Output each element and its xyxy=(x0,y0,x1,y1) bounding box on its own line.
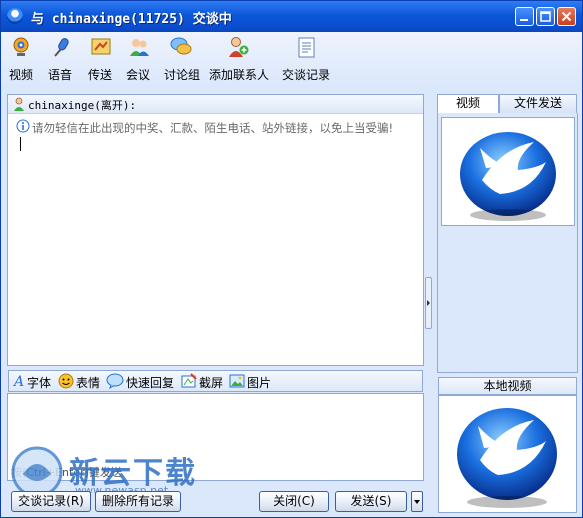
webcam-icon xyxy=(10,36,32,58)
chat-history-panel[interactable]: chinaxinge(离开): 请勿轻信在此出现的中奖、汇款、陌生电话、站外链接… xyxy=(7,94,424,366)
font-button[interactable]: 字体 xyxy=(27,374,51,391)
emoji-icon xyxy=(58,373,74,392)
microphone-icon xyxy=(51,36,73,58)
close-window-button[interactable] xyxy=(557,7,576,26)
send-options-button[interactable] xyxy=(411,491,423,512)
remote-video xyxy=(441,117,575,226)
window-title: 与 chinaxinge(11725) 交谈中 xyxy=(31,12,232,27)
toolbar: 视频 语音 传送 会议 讨论组 添加联系人 交谈记录 xyxy=(1,32,582,86)
chevron-down-icon xyxy=(414,500,420,504)
toolbar-meeting[interactable]: 会议 xyxy=(123,34,155,84)
font-icon: A xyxy=(12,373,27,392)
format-toolbar: A 字体 表情 快速回复 截屏 图片 xyxy=(8,370,423,392)
local-video xyxy=(438,395,577,513)
side-tabs: 视频 文件发送 xyxy=(437,94,578,113)
emoji-button[interactable]: 表情 xyxy=(76,374,100,391)
toolbar-add-contact-label: 添加联系人 xyxy=(209,68,270,82)
image-icon xyxy=(229,373,245,392)
add-contact-icon xyxy=(227,36,249,58)
title-bar[interactable]: 与 chinaxinge(11725) 交谈中 xyxy=(1,1,582,32)
maximize-button[interactable] xyxy=(536,7,555,26)
quick-reply-button[interactable]: 快速回复 xyxy=(126,374,174,391)
send-button[interactable]: 发送(S) xyxy=(335,491,407,512)
toolbar-discussion[interactable]: 讨论组 xyxy=(161,34,203,84)
toolbar-transfer-label: 传送 xyxy=(88,68,113,82)
app-icon xyxy=(7,8,23,24)
toolbar-voice-label: 语音 xyxy=(48,68,73,82)
toolbar-discussion-label: 讨论组 xyxy=(164,68,201,82)
toolbar-add-contact[interactable]: 添加联系人 xyxy=(207,34,271,84)
chat-window: 与 chinaxinge(11725) 交谈中 视频 语音 传送 会议 讨论组 … xyxy=(0,0,583,518)
toolbar-transfer[interactable]: 传送 xyxy=(85,34,117,84)
toolbar-meeting-label: 会议 xyxy=(126,68,151,82)
close-button[interactable]: 关闭(C) xyxy=(259,491,329,512)
panel-splitter[interactable] xyxy=(425,277,432,329)
image-button[interactable]: 图片 xyxy=(247,374,271,391)
chat-history-header: chinaxinge(离开): xyxy=(8,95,423,114)
svg-text:A: A xyxy=(13,374,24,389)
contact-name: chinaxinge(离开): xyxy=(28,99,137,112)
toolbar-voice[interactable]: 语音 xyxy=(45,34,77,84)
toolbar-video[interactable]: 视频 xyxy=(5,34,37,84)
toolbar-chat-log-label: 交谈记录 xyxy=(282,68,331,82)
info-icon xyxy=(16,119,30,136)
chat-log-icon xyxy=(295,36,317,58)
transfer-icon xyxy=(90,36,112,58)
local-avatar-icon xyxy=(457,408,557,508)
contact-status-icon xyxy=(13,97,25,114)
discussion-icon xyxy=(170,36,192,58)
quick-reply-icon xyxy=(106,373,124,392)
toolbar-chat-log[interactable]: 交谈记录 xyxy=(279,34,333,84)
tab-video[interactable]: 视频 xyxy=(437,94,499,113)
remote-avatar-icon xyxy=(460,132,556,221)
history-button[interactable]: 交谈记录(R) xyxy=(11,491,91,512)
delete-all-records-button[interactable]: 删除所有记录 xyxy=(95,491,181,512)
text-caret xyxy=(20,137,21,151)
security-notice: 请勿轻信在此出现的中奖、汇款、陌生电话、站外链接，以免上当受骗! xyxy=(32,121,394,135)
screenshot-icon xyxy=(181,373,197,392)
toolbar-video-label: 视频 xyxy=(9,68,34,82)
minimize-button[interactable] xyxy=(515,7,534,26)
meeting-icon xyxy=(128,36,150,58)
local-video-label: 本地视频 xyxy=(438,377,577,395)
tab-file-send[interactable]: 文件发送 xyxy=(499,94,577,113)
screenshot-button[interactable]: 截屏 xyxy=(199,374,223,391)
